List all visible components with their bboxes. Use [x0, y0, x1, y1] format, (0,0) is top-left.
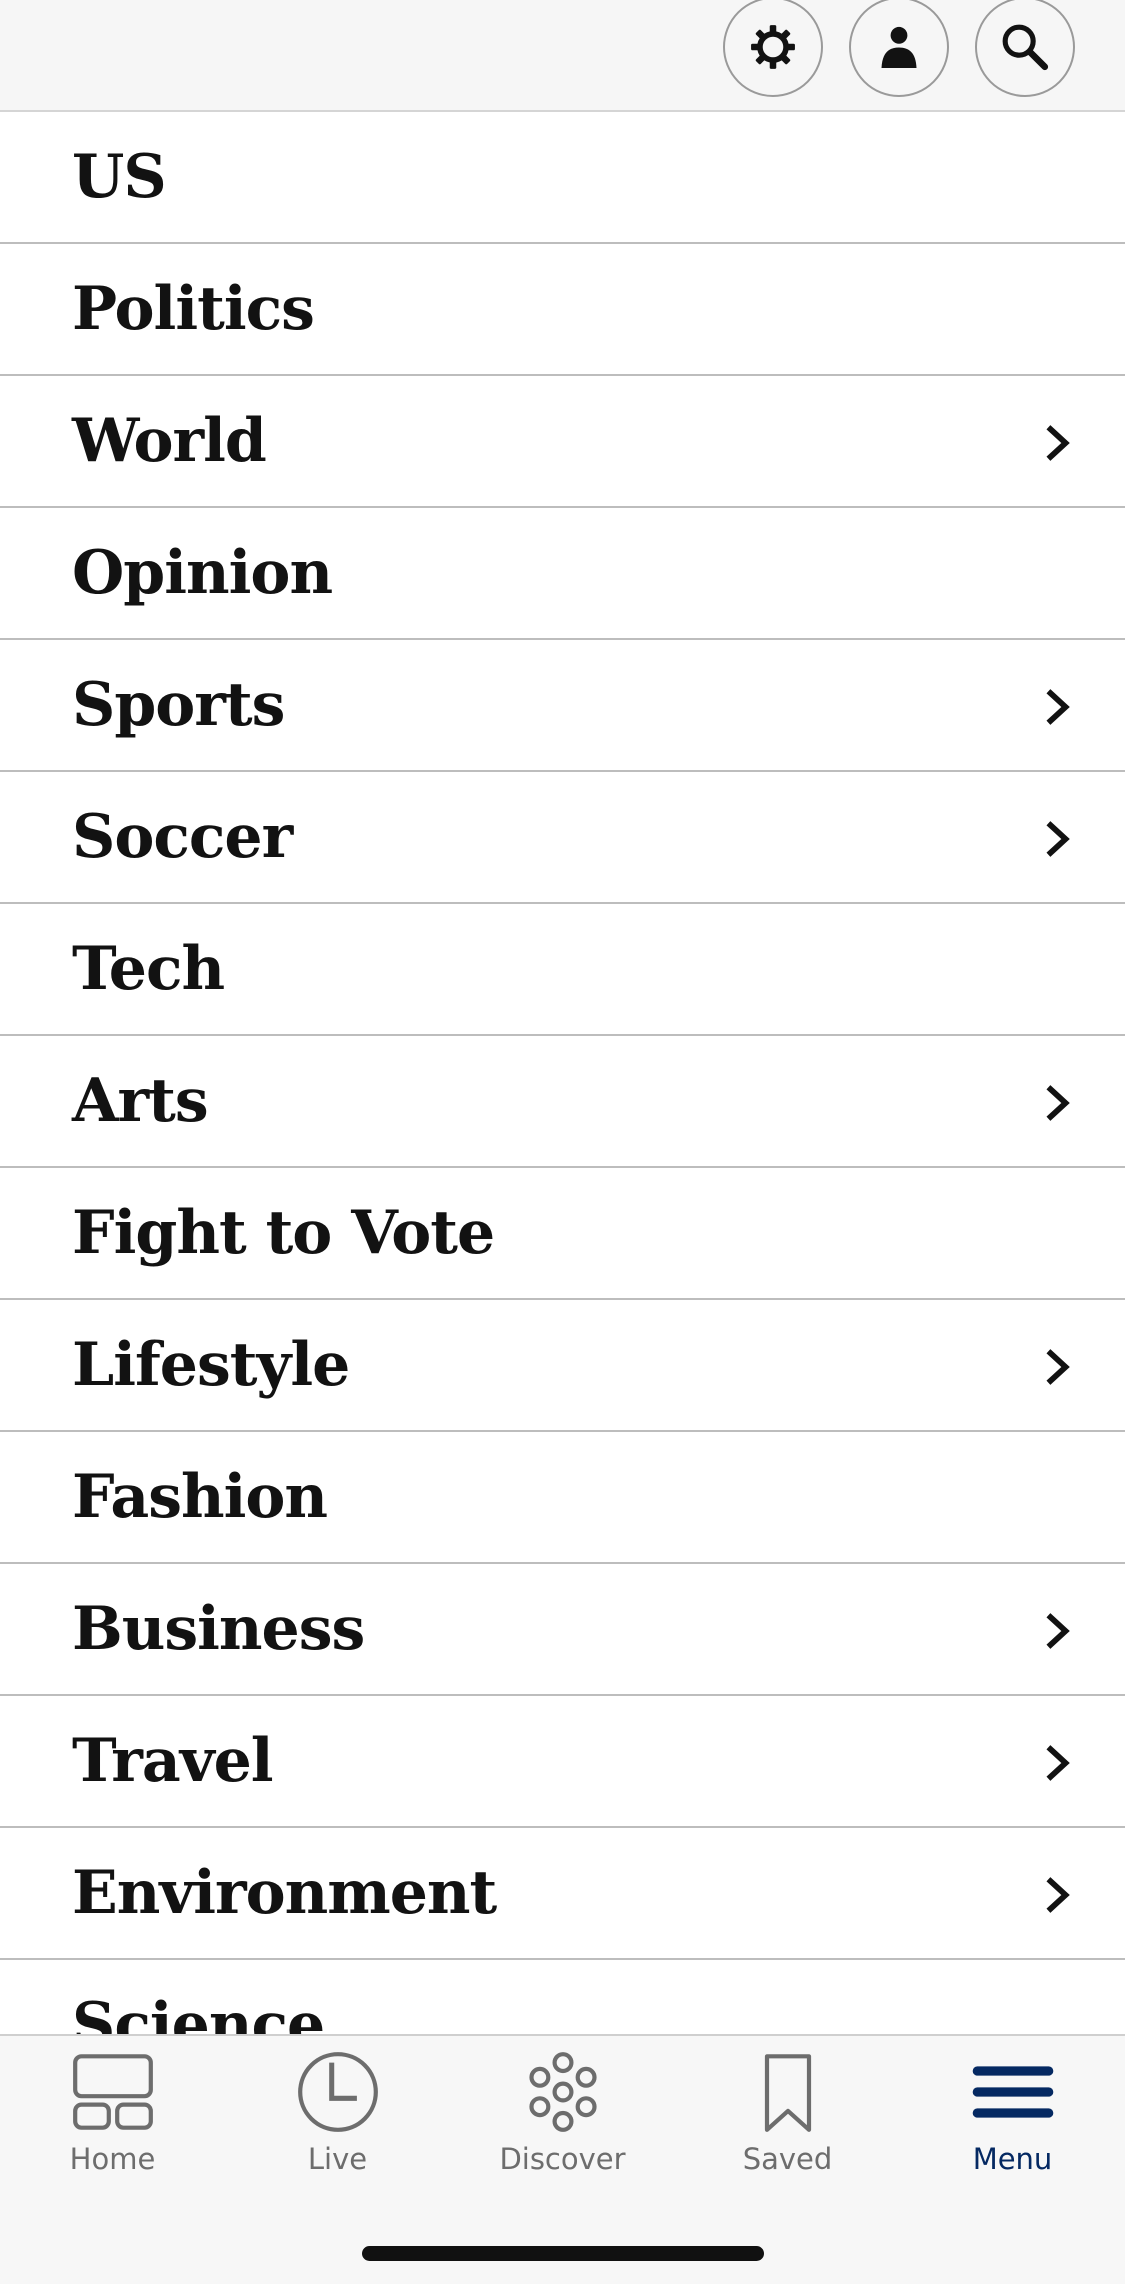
- menu-item-travel[interactable]: Travel: [0, 1696, 1125, 1828]
- tab-home[interactable]: Home: [0, 2050, 225, 2190]
- menu-item-science[interactable]: Science: [0, 1960, 1125, 2034]
- chevron-right-icon: [1046, 1613, 1070, 1649]
- section-menu-list: US Politics World Opinion Sports Soccer …: [0, 112, 1125, 2034]
- menu-item-sports[interactable]: Sports: [0, 640, 1125, 772]
- menu-item-label: Business: [72, 1594, 365, 1664]
- tab-menu[interactable]: Menu: [900, 2050, 1125, 2190]
- menu-item-world[interactable]: World: [0, 376, 1125, 508]
- tab-discover[interactable]: Discover: [450, 2050, 675, 2190]
- menu-item-politics[interactable]: Politics: [0, 244, 1125, 376]
- home-icon: [72, 2054, 153, 2130]
- menu-item-label: Tech: [72, 934, 225, 1004]
- menu-item-label: Opinion: [72, 538, 333, 608]
- menu-item-label: Soccer: [72, 802, 293, 872]
- menu-item-lifestyle[interactable]: Lifestyle: [0, 1300, 1125, 1432]
- menu-item-environment[interactable]: Environment: [0, 1828, 1125, 1960]
- menu-item-fashion[interactable]: Fashion: [0, 1432, 1125, 1564]
- profile-button[interactable]: [849, 0, 949, 97]
- chevron-right-icon: [1046, 1877, 1070, 1913]
- menu-item-soccer[interactable]: Soccer: [0, 772, 1125, 904]
- menu-item-label: Sports: [72, 670, 285, 740]
- tab-saved[interactable]: Saved: [675, 2050, 900, 2190]
- chevron-right-icon: [1046, 821, 1070, 857]
- menu-icon: [972, 2066, 1053, 2118]
- tab-label: Home: [69, 2142, 156, 2176]
- menu-item-label: Science: [72, 1990, 325, 2034]
- menu-item-label: US: [72, 142, 167, 212]
- menu-item-label: Environment: [72, 1858, 497, 1928]
- discover-icon: [528, 2052, 597, 2132]
- menu-item-label: Fashion: [72, 1462, 328, 1532]
- menu-item-label: Lifestyle: [72, 1330, 350, 1400]
- tab-label: Discover: [499, 2142, 626, 2176]
- menu-item-label: Politics: [72, 274, 315, 344]
- chevron-right-icon: [1046, 425, 1070, 461]
- top-header: [0, 0, 1125, 112]
- profile-icon: [881, 26, 917, 68]
- chevron-right-icon: [1046, 1349, 1070, 1385]
- search-button[interactable]: [975, 0, 1075, 97]
- menu-item-business[interactable]: Business: [0, 1564, 1125, 1696]
- menu-item-label: World: [72, 406, 267, 476]
- tab-label: Live: [307, 2142, 368, 2176]
- menu-item-label: Fight to Vote: [72, 1198, 495, 1268]
- chevron-right-icon: [1046, 1745, 1070, 1781]
- search-icon: [1002, 24, 1049, 71]
- menu-item-us[interactable]: US: [0, 112, 1125, 244]
- menu-item-opinion[interactable]: Opinion: [0, 508, 1125, 640]
- tab-label: Saved: [742, 2142, 833, 2176]
- menu-item-fight-to-vote[interactable]: Fight to Vote: [0, 1168, 1125, 1300]
- chevron-right-icon: [1046, 689, 1070, 725]
- chevron-right-icon: [1046, 1085, 1070, 1121]
- menu-item-arts[interactable]: Arts: [0, 1036, 1125, 1168]
- menu-item-label: Arts: [72, 1066, 209, 1136]
- menu-item-label: Travel: [72, 1726, 274, 1796]
- settings-icon: [751, 25, 795, 69]
- clock-icon: [297, 2052, 378, 2132]
- tab-live[interactable]: Live: [225, 2050, 450, 2190]
- bookmark-icon: [764, 2054, 811, 2132]
- home-indicator: [362, 2246, 764, 2261]
- menu-item-tech[interactable]: Tech: [0, 904, 1125, 1036]
- settings-button[interactable]: [723, 0, 823, 97]
- tab-label: Menu: [972, 2142, 1053, 2176]
